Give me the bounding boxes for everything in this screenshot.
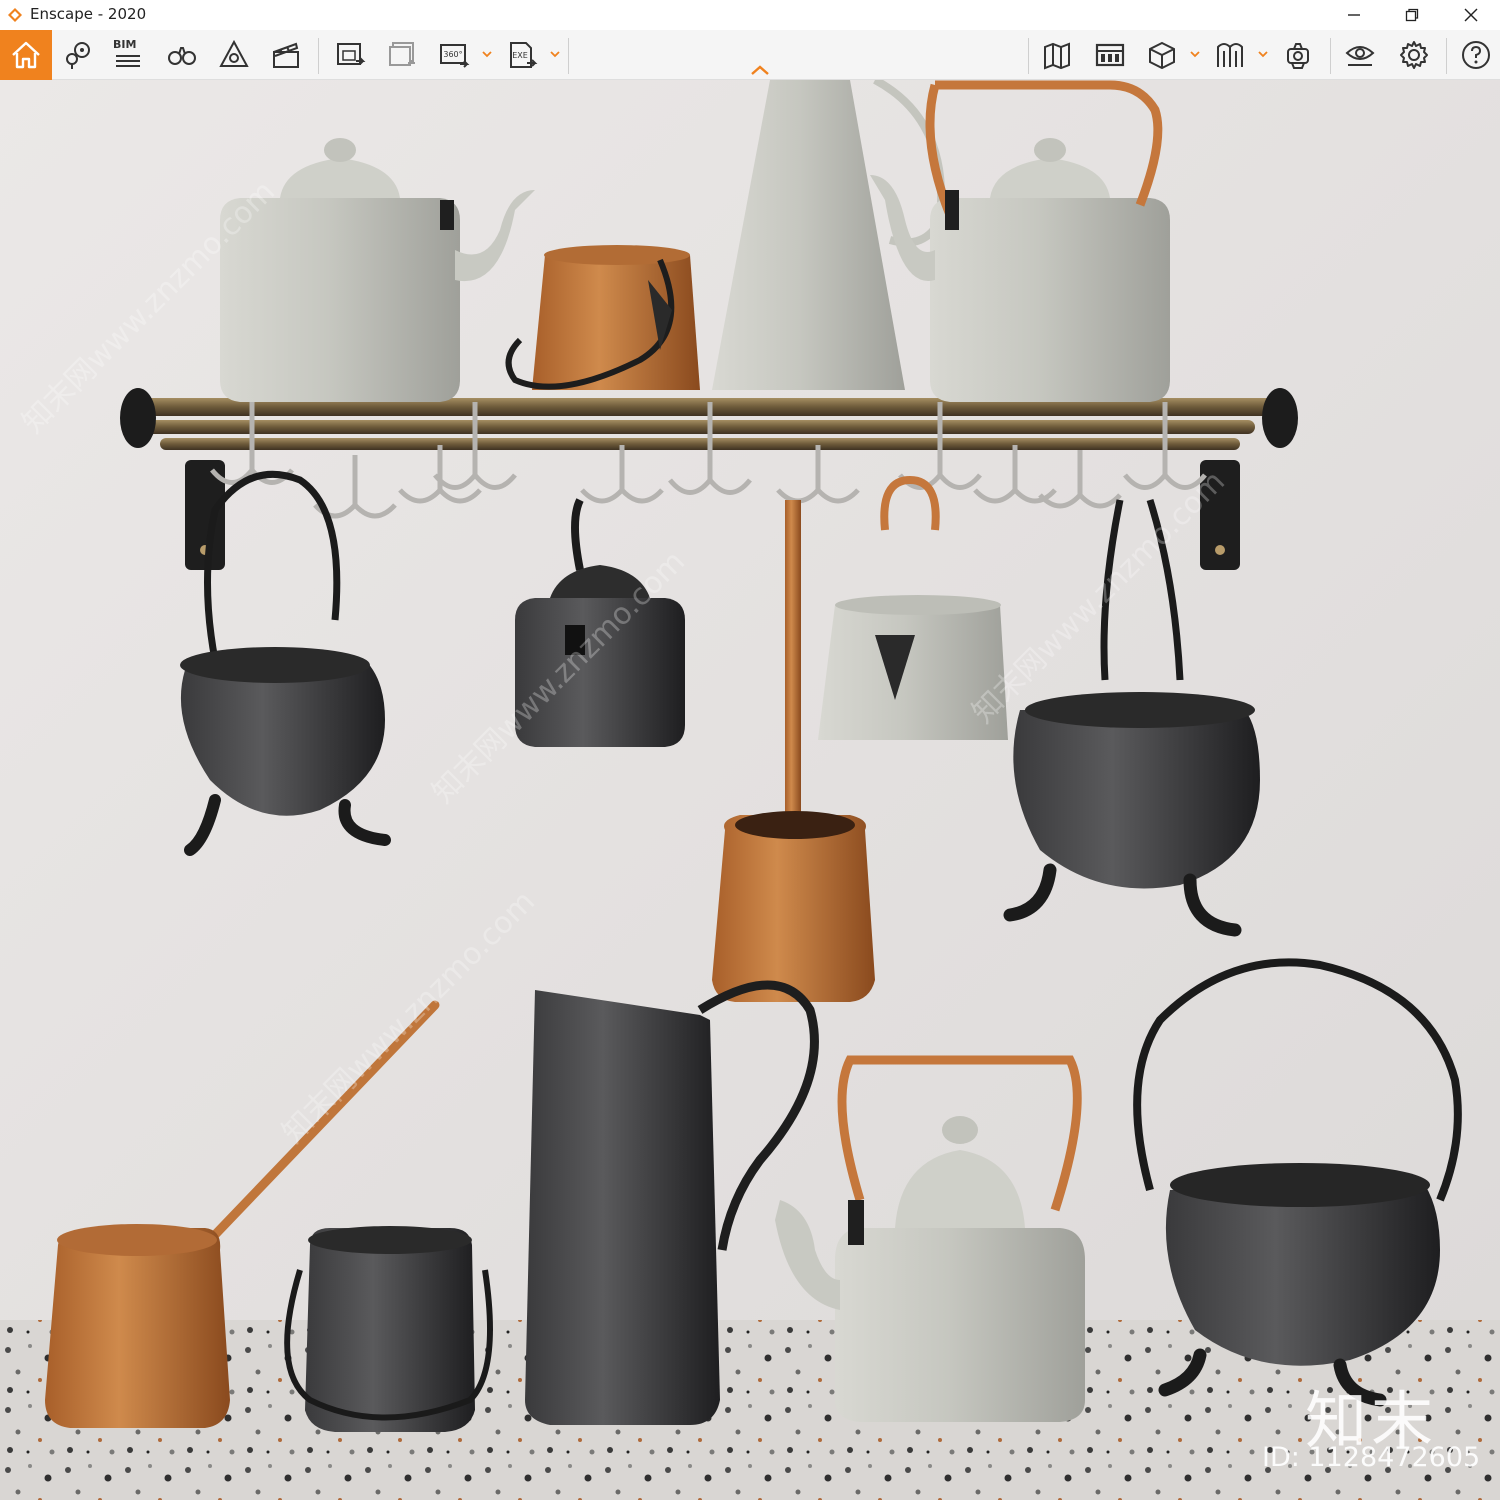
- chevron-down-icon[interactable]: [1258, 49, 1268, 59]
- title-bar: Enscape - 2020: [0, 0, 1500, 30]
- asset-library-button[interactable]: [214, 36, 254, 74]
- binoculars-button[interactable]: [162, 36, 202, 74]
- minimize-button[interactable]: [1326, 0, 1382, 30]
- screenshot-button[interactable]: [330, 36, 370, 74]
- map-icon: [1044, 42, 1070, 70]
- export-exe-icon: EXE: [510, 42, 538, 68]
- chevron-down-icon[interactable]: [1190, 49, 1200, 59]
- restore-button[interactable]: [1384, 0, 1440, 30]
- screenshot-icon: [337, 43, 366, 65]
- batch-render-icon: [389, 42, 415, 66]
- panorama-button[interactable]: 360°: [434, 36, 474, 74]
- close-icon: [1464, 8, 1478, 22]
- visual-settings-button[interactable]: [1340, 36, 1380, 74]
- video-editor-icon: [273, 42, 299, 68]
- timeline-icon: [1095, 43, 1125, 67]
- bim-label: BIM: [113, 38, 137, 51]
- binoculars-icon: [168, 47, 196, 65]
- help-icon: [1462, 41, 1490, 69]
- restore-icon: [1405, 8, 1419, 22]
- panorama-360-icon: 360°: [440, 44, 470, 68]
- kitchenware-render-scene: [0, 80, 1500, 1500]
- video-editor-button[interactable]: [266, 36, 306, 74]
- collapse-toolbar-chevron-icon[interactable]: [750, 64, 770, 76]
- batch-render-button[interactable]: [382, 36, 422, 74]
- timeline-button[interactable]: [1090, 36, 1130, 74]
- cube-view-button[interactable]: [1142, 36, 1182, 74]
- close-button[interactable]: [1443, 0, 1499, 30]
- settings-button[interactable]: [1394, 36, 1434, 74]
- black-pail-counter: [284, 1226, 493, 1432]
- views-icon: [1287, 43, 1309, 69]
- window-title: Enscape - 2020: [30, 5, 147, 23]
- home-button[interactable]: [0, 30, 52, 80]
- settings-gear-icon: [1400, 41, 1428, 69]
- chevron-down-icon[interactable]: [482, 49, 492, 59]
- toolbar-separator: [1446, 38, 1447, 74]
- views-button[interactable]: [1278, 36, 1318, 74]
- assets-button[interactable]: [1210, 36, 1250, 74]
- map-button[interactable]: [1038, 36, 1078, 74]
- help-button[interactable]: [1456, 36, 1496, 74]
- home-icon: [12, 41, 40, 69]
- watermark-id: ID: 1128472605: [1262, 1442, 1481, 1473]
- chevron-down-icon[interactable]: [550, 49, 560, 59]
- enscape-logo-icon: [8, 8, 22, 22]
- location-pins-button[interactable]: [58, 36, 98, 74]
- toolbar-separator: [1330, 38, 1331, 74]
- toolbar-separator: [568, 38, 569, 74]
- svg-text:360°: 360°: [443, 50, 462, 59]
- toolbar-separator: [318, 38, 319, 74]
- location-pins-icon: [66, 42, 90, 69]
- minimize-icon: [1348, 14, 1360, 16]
- visual-settings-icon: [1345, 46, 1375, 66]
- toolbar-separator: [1028, 38, 1029, 74]
- export-button[interactable]: EXE: [502, 36, 542, 74]
- asset-library-icon: [219, 39, 249, 67]
- svg-text:EXE: EXE: [512, 51, 528, 60]
- assets-icon: [1217, 43, 1243, 67]
- render-viewport[interactable]: 知末网www.znzmo.com 知末网www.znzmo.com 知末网www…: [0, 80, 1500, 1500]
- cube-view-icon: [1149, 41, 1175, 70]
